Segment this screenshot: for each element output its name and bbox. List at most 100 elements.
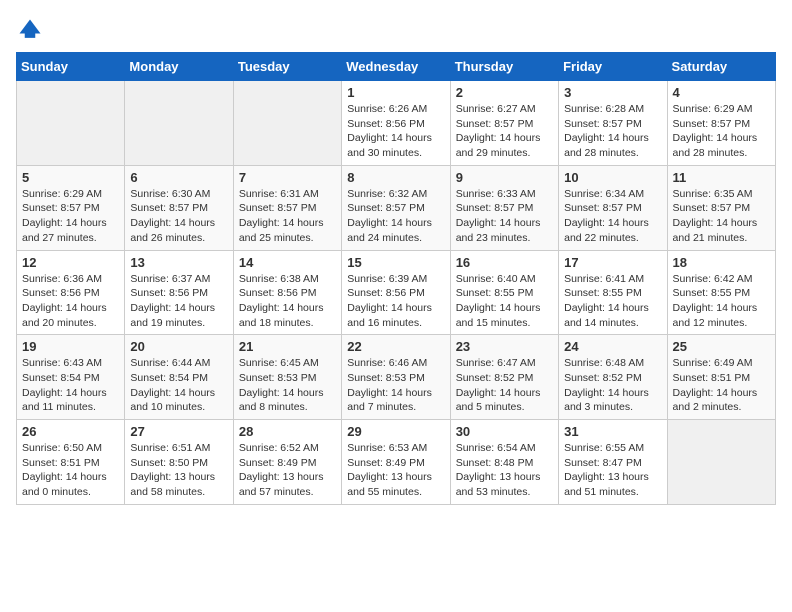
- calendar-cell: [667, 420, 775, 505]
- day-info: Sunrise: 6:52 AMSunset: 8:49 PMDaylight:…: [239, 441, 336, 500]
- calendar-cell: 28 Sunrise: 6:52 AMSunset: 8:49 PMDayligh…: [233, 420, 341, 505]
- sunrise-text: Sunrise: 6:44 AM: [130, 356, 227, 371]
- sunrise-text: Sunrise: 6:35 AM: [673, 187, 770, 202]
- calendar-header-row: SundayMondayTuesdayWednesdayThursdayFrid…: [17, 53, 776, 81]
- daylight-text: Daylight: 14 hours and 12 minutes.: [673, 301, 770, 330]
- daylight-text: Daylight: 14 hours and 0 minutes.: [22, 470, 119, 499]
- weekday-header: Monday: [125, 53, 233, 81]
- sunrise-text: Sunrise: 6:55 AM: [564, 441, 661, 456]
- day-info: Sunrise: 6:51 AMSunset: 8:50 PMDaylight:…: [130, 441, 227, 500]
- day-number: 19: [22, 339, 119, 354]
- day-number: 22: [347, 339, 444, 354]
- sunset-text: Sunset: 8:49 PM: [239, 456, 336, 471]
- day-number: 23: [456, 339, 553, 354]
- calendar-cell: 30Sunrise: 6:54 AMSunset: 8:48 PMDayligh…: [450, 420, 558, 505]
- day-number: 13: [130, 255, 227, 270]
- sunrise-text: Sunrise: 6:53 AM: [347, 441, 444, 456]
- sunrise-text: Sunrise: 6:42 AM: [673, 272, 770, 287]
- sunrise-text: Sunrise: 6:51 AM: [130, 441, 227, 456]
- sunset-text: Sunset: 8:55 PM: [673, 286, 770, 301]
- day-number: 2: [456, 85, 553, 100]
- daylight-text: Daylight: 14 hours and 27 minutes.: [22, 216, 119, 245]
- sunrise-text: Sunrise: 6:31 AM: [239, 187, 336, 202]
- day-number: 14: [239, 255, 336, 270]
- sunrise-text: Sunrise: 6:47 AM: [456, 356, 553, 371]
- sunset-text: Sunset: 8:51 PM: [673, 371, 770, 386]
- day-info: Sunrise: 6:54 AMSunset: 8:48 PMDaylight:…: [456, 441, 553, 500]
- day-number: 10: [564, 170, 661, 185]
- daylight-text: Daylight: 14 hours and 20 minutes.: [22, 301, 119, 330]
- day-info: Sunrise: 6:41 AMSunset: 8:55 PMDaylight:…: [564, 272, 661, 331]
- day-info: Sunrise: 6:39 AMSunset: 8:56 PMDaylight:…: [347, 272, 444, 331]
- daylight-text: Daylight: 14 hours and 3 minutes.: [564, 386, 661, 415]
- daylight-text: Daylight: 14 hours and 16 minutes.: [347, 301, 444, 330]
- sunset-text: Sunset: 8:56 PM: [130, 286, 227, 301]
- sunrise-text: Sunrise: 6:33 AM: [456, 187, 553, 202]
- day-info: Sunrise: 6:49 AMSunset: 8:51 PMDaylight:…: [673, 356, 770, 415]
- day-number: 20: [130, 339, 227, 354]
- weekday-header: Saturday: [667, 53, 775, 81]
- day-number: 4: [673, 85, 770, 100]
- day-info: Sunrise: 6:35 AMSunset: 8:57 PMDaylight:…: [673, 187, 770, 246]
- logo-icon: [16, 16, 44, 44]
- daylight-text: Daylight: 14 hours and 28 minutes.: [564, 131, 661, 160]
- sunset-text: Sunset: 8:55 PM: [456, 286, 553, 301]
- day-info: Sunrise: 6:42 AMSunset: 8:55 PMDaylight:…: [673, 272, 770, 331]
- sunrise-text: Sunrise: 6:50 AM: [22, 441, 119, 456]
- sunset-text: Sunset: 8:47 PM: [564, 456, 661, 471]
- sunset-text: Sunset: 8:50 PM: [130, 456, 227, 471]
- calendar-week-row: 5Sunrise: 6:29 AMSunset: 8:57 PMDaylight…: [17, 165, 776, 250]
- sunrise-text: Sunrise: 6:29 AM: [22, 187, 119, 202]
- day-info: Sunrise: 6:32 AMSunset: 8:57 PMDaylight:…: [347, 187, 444, 246]
- day-number: 26: [22, 424, 119, 439]
- calendar-cell: 8 Sunrise: 6:32 AMSunset: 8:57 PMDaylight…: [342, 165, 450, 250]
- weekday-header: Thursday: [450, 53, 558, 81]
- day-info: Sunrise: 6:29 AMSunset: 8:57 PMDaylight:…: [673, 102, 770, 161]
- sunrise-text: Sunrise: 6:32 AM: [347, 187, 444, 202]
- daylight-text: Daylight: 14 hours and 14 minutes.: [564, 301, 661, 330]
- day-info: Sunrise: 6:48 AMSunset: 8:52 PMDaylight:…: [564, 356, 661, 415]
- day-number: 1: [347, 85, 444, 100]
- sunrise-text: Sunrise: 6:27 AM: [456, 102, 553, 117]
- sunrise-text: Sunrise: 6:39 AM: [347, 272, 444, 287]
- sunset-text: Sunset: 8:57 PM: [673, 117, 770, 132]
- day-number: 28: [239, 424, 336, 439]
- sunset-text: Sunset: 8:57 PM: [239, 201, 336, 216]
- calendar-cell: [125, 81, 233, 166]
- daylight-text: Daylight: 14 hours and 18 minutes.: [239, 301, 336, 330]
- daylight-text: Daylight: 14 hours and 30 minutes.: [347, 131, 444, 160]
- weekday-header: Sunday: [17, 53, 125, 81]
- daylight-text: Daylight: 14 hours and 8 minutes.: [239, 386, 336, 415]
- sunrise-text: Sunrise: 6:30 AM: [130, 187, 227, 202]
- sunrise-text: Sunrise: 6:54 AM: [456, 441, 553, 456]
- sunrise-text: Sunrise: 6:41 AM: [564, 272, 661, 287]
- daylight-text: Daylight: 13 hours and 55 minutes.: [347, 470, 444, 499]
- daylight-text: Daylight: 13 hours and 51 minutes.: [564, 470, 661, 499]
- calendar-cell: 14 Sunrise: 6:38 AMSunset: 8:56 PMDayligh…: [233, 250, 341, 335]
- day-info: Sunrise: 6:44 AMSunset: 8:54 PMDaylight:…: [130, 356, 227, 415]
- page-header: [16, 16, 776, 44]
- day-info: Sunrise: 6:33 AMSunset: 8:57 PMDaylight:…: [456, 187, 553, 246]
- sunset-text: Sunset: 8:57 PM: [456, 201, 553, 216]
- day-info: Sunrise: 6:36 AMSunset: 8:56 PMDaylight:…: [22, 272, 119, 331]
- sunset-text: Sunset: 8:51 PM: [22, 456, 119, 471]
- day-info: Sunrise: 6:31 AMSunset: 8:57 PMDaylight:…: [239, 187, 336, 246]
- calendar-cell: 11Sunrise: 6:35 AMSunset: 8:57 PMDayligh…: [667, 165, 775, 250]
- calendar-cell: [233, 81, 341, 166]
- sunset-text: Sunset: 8:53 PM: [347, 371, 444, 386]
- calendar-cell: 2 Sunrise: 6:27 AMSunset: 8:57 PMDaylight…: [450, 81, 558, 166]
- calendar-cell: 31Sunrise: 6:55 AMSunset: 8:47 PMDayligh…: [559, 420, 667, 505]
- daylight-text: Daylight: 14 hours and 29 minutes.: [456, 131, 553, 160]
- day-number: 8: [347, 170, 444, 185]
- day-info: Sunrise: 6:26 AMSunset: 8:56 PMDaylight:…: [347, 102, 444, 161]
- day-number: 9: [456, 170, 553, 185]
- daylight-text: Daylight: 14 hours and 5 minutes.: [456, 386, 553, 415]
- sunset-text: Sunset: 8:56 PM: [239, 286, 336, 301]
- calendar-cell: 18Sunrise: 6:42 AMSunset: 8:55 PMDayligh…: [667, 250, 775, 335]
- weekday-header: Tuesday: [233, 53, 341, 81]
- sunrise-text: Sunrise: 6:48 AM: [564, 356, 661, 371]
- sunset-text: Sunset: 8:52 PM: [564, 371, 661, 386]
- daylight-text: Daylight: 14 hours and 15 minutes.: [456, 301, 553, 330]
- sunset-text: Sunset: 8:57 PM: [456, 117, 553, 132]
- day-info: Sunrise: 6:38 AMSunset: 8:56 PMDaylight:…: [239, 272, 336, 331]
